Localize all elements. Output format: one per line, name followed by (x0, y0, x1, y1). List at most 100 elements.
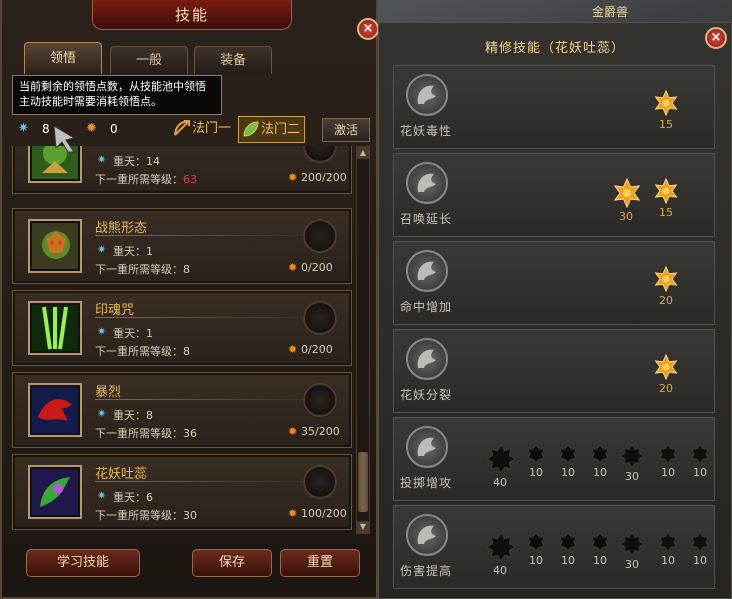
skill-name: 战熊形态 (95, 221, 148, 236)
rank-star-icon: ✷ (97, 489, 107, 502)
reset-button[interactable]: 重置 (280, 549, 360, 577)
bow-icon (174, 120, 190, 136)
refine-node[interactable]: 10 (686, 444, 714, 479)
refine-nodes: 20 (478, 330, 712, 414)
refine-skill-panel: 精修技能（花妖吐蕊） × 花妖毒性 15 召唤延长 30 15 命中增加 20 花妖分裂 20 投… (378, 22, 732, 599)
skill-name: 印魂咒 (95, 303, 135, 318)
skill-cost: 35/200 (301, 425, 340, 438)
skill-icon (28, 465, 82, 519)
refine-node[interactable]: 20 (652, 266, 680, 307)
skill-list-scrollbar[interactable]: ▲ ▼ (356, 146, 370, 534)
refine-node-value: 30 (625, 558, 639, 571)
refine-nodes: 30 15 (478, 154, 712, 238)
skill-slot[interactable] (303, 219, 337, 253)
cost-icon: ✹ (288, 343, 298, 356)
soul-seal-icon (32, 305, 78, 351)
rank-star-icon: ✷ (97, 153, 107, 166)
refine-node[interactable]: 15 (652, 178, 680, 219)
divider (95, 481, 325, 482)
refine-node-value: 15 (659, 118, 673, 131)
skill-card[interactable]: 暴烈 ✷ 重天：8 下一重所需等级：36 ✹ 35/200 (12, 372, 352, 448)
refine-node-value: 20 (659, 382, 673, 395)
scroll-thumb[interactable] (358, 452, 368, 512)
learn-skill-button[interactable]: 学习技能 (26, 549, 140, 577)
skills-panel-title: 技能 (174, 6, 209, 24)
refine-nodes: 15 (478, 66, 712, 150)
refine-node[interactable]: 10 (686, 532, 714, 567)
cost-icon: ✹ (288, 425, 298, 438)
refine-skill-name: 花妖毒性 (400, 124, 453, 138)
refine-node-value: 40 (493, 476, 507, 489)
skill-icon (28, 383, 82, 437)
refine-skill-icon (406, 74, 448, 116)
skill-slot[interactable] (303, 383, 337, 417)
faction-two-button[interactable]: 法门二 (238, 116, 306, 143)
faction-two-label: 法门二 (261, 122, 301, 137)
skills-title-bar: 技能 (92, 0, 292, 30)
save-button[interactable]: 保存 (192, 549, 272, 577)
refine-node[interactable]: 10 (654, 532, 682, 567)
skill-card[interactable]: 印魂咒 ✷ 重天：1 下一重所需等级：8 ✹ 0/200 (12, 290, 352, 366)
scroll-up-icon[interactable]: ▲ (357, 147, 369, 159)
refine-row: 命中增加 20 (393, 241, 715, 325)
refine-row: 伤害提高 40 10 10 10 30 10 10 (393, 505, 715, 589)
cursor-icon (53, 125, 76, 153)
refine-node-value: 40 (493, 564, 507, 577)
refine-node-value: 10 (661, 466, 675, 479)
refine-node[interactable]: 10 (554, 532, 582, 567)
tab-general[interactable]: 一般 (110, 46, 188, 74)
refine-skill-icon (406, 250, 448, 292)
rank-star-icon: ✷ (97, 325, 107, 338)
refine-nodes: 20 (478, 242, 712, 326)
skill-slot[interactable] (303, 301, 337, 335)
tab-equipment[interactable]: 装备 (194, 46, 272, 74)
cost-icon: ✹ (288, 507, 298, 520)
refine-node[interactable]: 10 (554, 444, 582, 479)
refine-node[interactable]: 40 (486, 444, 516, 489)
skill-cost: 0/200 (301, 261, 333, 274)
refine-node[interactable]: 10 (522, 532, 550, 567)
skill-cost: 0/200 (301, 343, 333, 356)
tab-comprehend[interactable]: 领悟 (24, 42, 102, 74)
refine-close-button[interactable]: × (705, 27, 727, 49)
skill-card[interactable]: 战熊形态 ✷ 重天：1 下一重所需等级：8 ✹ 0/200 (12, 208, 352, 284)
refine-skill-name: 召唤延长 (400, 212, 453, 226)
refine-node[interactable]: 40 (486, 532, 516, 577)
refine-node[interactable]: 10 (586, 532, 614, 567)
skill-requirement: 下一重所需等级：30 (95, 509, 197, 522)
flower-demon-icon (32, 469, 78, 515)
scroll-down-icon[interactable]: ▼ (357, 521, 369, 533)
refine-node[interactable]: 10 (522, 444, 550, 479)
skill-list: ✷ 重天：14 下一重所需等级：63 ✹ 200/200 战熊形态 ✷ 重天：1… (12, 146, 354, 534)
refine-node-value: 10 (693, 554, 707, 567)
refine-skill-icon (406, 338, 448, 380)
refine-node[interactable]: 15 (652, 90, 680, 131)
comprehend-point-icon: ✷ (18, 121, 29, 136)
refine-row: 投掷增攻 40 10 10 10 30 10 10 (393, 417, 715, 501)
activate-button[interactable]: 激活 (322, 118, 370, 142)
skills-close-button[interactable]: × (357, 18, 379, 40)
skill-point-icon: ✹ (86, 121, 97, 136)
npc-name-label: 金爵兽 (592, 5, 629, 19)
skill-rank: 重天：6 (113, 491, 153, 504)
skill-slot[interactable] (303, 465, 337, 499)
refine-nodes: 40 10 10 10 30 10 10 (478, 506, 712, 590)
faction-one-button[interactable]: 法门一 (170, 116, 235, 143)
refine-node-value: 10 (561, 466, 575, 479)
refine-node-value: 10 (529, 554, 543, 567)
refine-node[interactable]: 10 (586, 444, 614, 479)
refine-node-value: 30 (619, 210, 633, 223)
divider (95, 235, 325, 236)
refine-node[interactable]: 10 (654, 444, 682, 479)
refine-node[interactable]: 30 (618, 532, 646, 571)
skill-rank: 重天：8 (113, 409, 153, 422)
refine-node-value: 10 (593, 466, 607, 479)
skill-card[interactable]: 花妖吐蕊 ✷ 重天：6 下一重所需等级：30 ✹ 100/200 (12, 454, 352, 530)
skill-rank: 重天：1 (113, 327, 153, 340)
refine-node[interactable]: 30 (618, 444, 646, 483)
refine-node[interactable]: 20 (652, 354, 680, 395)
skill-rank: 重天：1 (113, 245, 153, 258)
refine-node[interactable]: 30 (612, 178, 641, 223)
skill-slot[interactable] (303, 146, 337, 163)
skill-requirement: 下一重所需等级：8 (95, 345, 190, 358)
